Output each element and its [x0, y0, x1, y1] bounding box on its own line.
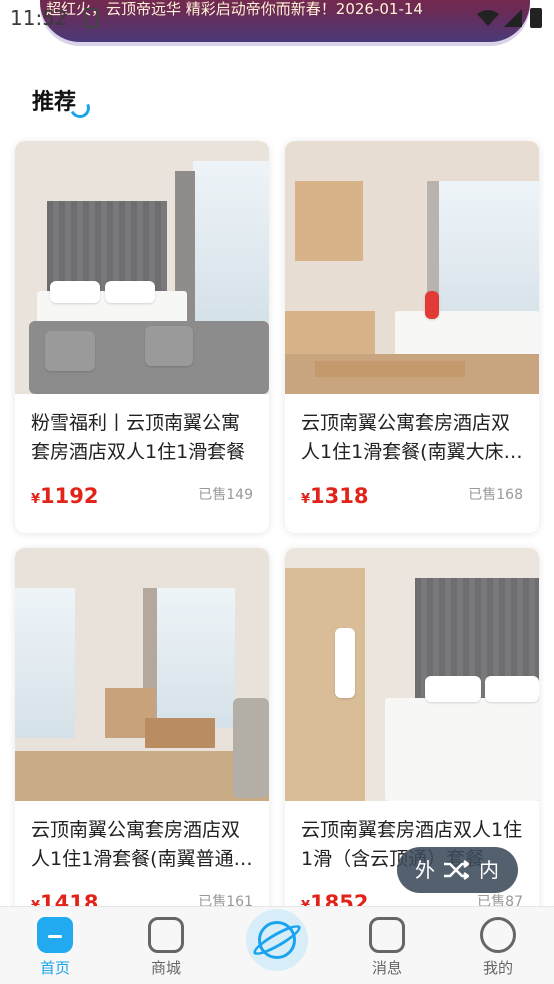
tab-home[interactable]: 首页 — [10, 907, 100, 984]
product-image[interactable] — [15, 141, 269, 394]
language-toggle-button[interactable]: 外 内 — [397, 847, 518, 893]
product-price: ¥1192 — [31, 484, 99, 508]
product-title: 云顶南翼公寓套房酒店双人1住1滑套餐(南翼普通套房) — [31, 819, 253, 870]
tab-mall-label: 商城 — [150, 959, 181, 977]
language-left: 外 — [415, 858, 435, 882]
product-image[interactable] — [285, 548, 539, 801]
sold-count: 已售168 — [468, 487, 523, 503]
tab-messages[interactable]: 消息 — [342, 907, 432, 984]
tab-mall[interactable]: 商城 — [121, 907, 211, 984]
product-title: 云顶南翼公寓套房酒店双人1住1滑套餐(南翼大床房) — [301, 412, 511, 463]
tab-home-label: 首页 — [39, 959, 70, 977]
product-image[interactable] — [15, 548, 269, 801]
center-planet-button[interactable] — [246, 909, 308, 971]
battery-icon — [530, 8, 542, 28]
tab-profile[interactable]: 我的 — [453, 907, 543, 984]
product-title: 粉雪福利丨云顶南翼公寓套房酒店双人1住1滑套餐 — [31, 412, 246, 463]
product-price: ¥1318 — [301, 484, 369, 508]
wifi-icon — [477, 10, 499, 26]
language-right: 内 — [479, 858, 499, 882]
picture-icon — [84, 8, 98, 28]
product-image[interactable] — [285, 141, 539, 394]
bag-icon — [148, 917, 184, 953]
product-card[interactable]: 粉雪福利丨云顶南翼公寓套房酒店双人1住1滑套餐 ¥1192 已售149 — [15, 141, 269, 533]
status-time: 11:52 — [10, 6, 68, 30]
home-icon — [37, 917, 73, 953]
bottom-tab-bar: 首页 商城 消息 我的 — [0, 906, 554, 984]
face-icon — [480, 917, 516, 953]
edit-icon — [369, 917, 405, 953]
signal-icon — [504, 9, 522, 27]
sold-count: 已售149 — [198, 487, 253, 503]
tab-profile-label: 我的 — [482, 959, 513, 977]
tab-messages-label: 消息 — [371, 959, 402, 977]
product-card[interactable]: 云顶南翼公寓套房酒店双人1住1滑套餐(南翼普通套房) ¥1418 已售161 — [15, 548, 269, 940]
product-card[interactable]: 云顶南翼公寓套房酒店双人1住1滑套餐(南翼大床房) ¥1318 已售168 — [285, 141, 539, 533]
status-bar: 11:52 — [0, 0, 554, 36]
shuffle-icon — [444, 860, 469, 880]
